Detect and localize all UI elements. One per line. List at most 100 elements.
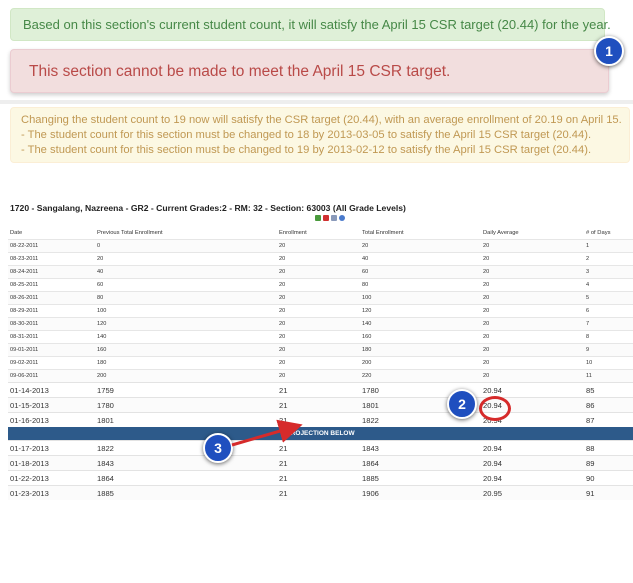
- table-cell: 1864: [360, 455, 481, 471]
- table-row: 01-18-2013 1843 21 1864 20.94 89: [8, 455, 633, 471]
- success-alert: Based on this section's current student …: [10, 8, 611, 41]
- col-header-previous-total: Previous Total Enrollment: [97, 229, 163, 236]
- danger-alert-text: This section cannot be made to meet the …: [29, 63, 451, 80]
- table-cell: 08-22-2011: [8, 239, 95, 253]
- table-cell: 180: [360, 343, 481, 357]
- table-cell: 08-30-2011: [8, 317, 95, 331]
- table-row: 09-02-2011 180 20 200 20 10: [8, 356, 633, 370]
- table-cell: 1843: [360, 440, 481, 456]
- table-cell: 01-14-2013: [8, 382, 95, 398]
- table-cell: 1885: [360, 470, 481, 486]
- table-cell: 1843: [95, 455, 277, 471]
- table-cell: 88: [584, 440, 633, 456]
- table-cell: 20: [277, 304, 360, 318]
- table-cell: 21: [277, 397, 360, 413]
- projection-divider-row: PROJECTION BELOW: [8, 427, 633, 441]
- table-cell: 100: [360, 291, 481, 305]
- table-cell: 20.94: [481, 455, 584, 471]
- table-cell: 11: [584, 369, 633, 383]
- table-cell: 21: [277, 440, 360, 456]
- table-cell: 20: [481, 369, 584, 383]
- table-cell: 20: [277, 330, 360, 344]
- table-icon[interactable]: [315, 215, 321, 221]
- table-cell: 20: [277, 278, 360, 292]
- table-cell: 08-23-2011: [8, 252, 95, 266]
- col-header-days: # of Days: [586, 229, 611, 236]
- table-cell: 9: [584, 343, 633, 357]
- table-row: 09-06-2011 200 20 220 20 11: [8, 369, 633, 383]
- table-cell: 85: [584, 382, 633, 398]
- table-cell: 20: [481, 291, 584, 305]
- table-cell: 20: [481, 343, 584, 357]
- table-cell: 01-23-2013: [8, 485, 95, 500]
- table-cell: 20: [277, 317, 360, 331]
- table-cell: 20: [277, 369, 360, 383]
- table-cell: 20: [277, 291, 360, 305]
- table-cell: 140: [360, 317, 481, 331]
- table-cell: 21: [277, 455, 360, 471]
- table-cell: 20: [277, 356, 360, 370]
- highlight-circle: [479, 396, 511, 421]
- table-cell: 8: [584, 330, 633, 344]
- table-cell: 60: [95, 278, 277, 292]
- table-row: 01-14-2013 1759 21 1780 20.94 85: [8, 382, 633, 398]
- table-cell: 1885: [95, 485, 277, 500]
- table-row: 01-23-2013 1885 21 1906 20.95 91: [8, 485, 633, 500]
- table-cell: 140: [95, 330, 277, 344]
- table-cell: 1906: [360, 485, 481, 500]
- table-cell: 09-01-2011: [8, 343, 95, 357]
- table-cell: 20: [277, 343, 360, 357]
- table-cell: 08-26-2011: [8, 291, 95, 305]
- table-cell: 09-02-2011: [8, 356, 95, 370]
- table-cell: 4: [584, 278, 633, 292]
- table-cell: 10: [584, 356, 633, 370]
- table-cell: 220: [360, 369, 481, 383]
- table-cell: 0: [95, 239, 277, 253]
- table-cell: 7: [584, 317, 633, 331]
- table-row: 08-22-2011 0 20 20 20 1: [8, 239, 633, 253]
- table-cell: 20: [481, 330, 584, 344]
- table-cell: 90: [584, 470, 633, 486]
- table-cell: 20: [277, 252, 360, 266]
- table-cell: 89: [584, 455, 633, 471]
- table-cell: 21: [277, 485, 360, 500]
- table-row: 08-26-2011 80 20 100 20 5: [8, 291, 633, 305]
- table-cell: 200: [360, 356, 481, 370]
- table-cell: 40: [360, 252, 481, 266]
- print-icon[interactable]: [331, 215, 337, 221]
- table-cell: 20.95: [481, 485, 584, 500]
- table-row: 01-17-2013 1822 21 1843 20.94 88: [8, 440, 633, 456]
- warning-line: - The student count for this section mus…: [21, 129, 592, 141]
- table-row: 01-16-2013 1801 21 1822 20.94 87: [8, 412, 633, 427]
- table-cell: 08-31-2011: [8, 330, 95, 344]
- table-cell: 87: [584, 412, 633, 427]
- col-header-daily-average: Daily Average: [483, 229, 519, 236]
- export-toolbar: [315, 215, 345, 221]
- table-cell: 100: [95, 304, 277, 318]
- table-row: 08-24-2011 40 20 60 20 3: [8, 265, 633, 279]
- pdf-icon[interactable]: [323, 215, 329, 221]
- table-cell: 20: [95, 252, 277, 266]
- projection-label: PROJECTION BELOW: [8, 427, 633, 441]
- table-cell: 160: [95, 343, 277, 357]
- col-header-enrollment: Enrollment: [279, 229, 307, 236]
- table-cell: 20: [481, 278, 584, 292]
- table-cell: 21: [277, 470, 360, 486]
- table-cell: 3: [584, 265, 633, 279]
- table-cell: 40: [95, 265, 277, 279]
- table-row: 09-01-2011 160 20 180 20 9: [8, 343, 633, 357]
- separator-band: [0, 100, 633, 104]
- table-cell: 20: [481, 317, 584, 331]
- table-cell: 21: [277, 412, 360, 427]
- table-cell: 1780: [95, 397, 277, 413]
- table-cell: 20.94: [481, 470, 584, 486]
- callout-3: 3: [203, 433, 233, 463]
- table-cell: 180: [95, 356, 277, 370]
- info-icon[interactable]: [339, 215, 345, 221]
- enrollment-table: Date Previous Total Enrollment Enrollmen…: [8, 226, 633, 500]
- table-cell: 160: [360, 330, 481, 344]
- table-cell: 20: [277, 265, 360, 279]
- table-row: 01-22-2013 1864 21 1885 20.94 90: [8, 470, 633, 486]
- table-cell: 80: [360, 278, 481, 292]
- table-cell: 20: [360, 239, 481, 253]
